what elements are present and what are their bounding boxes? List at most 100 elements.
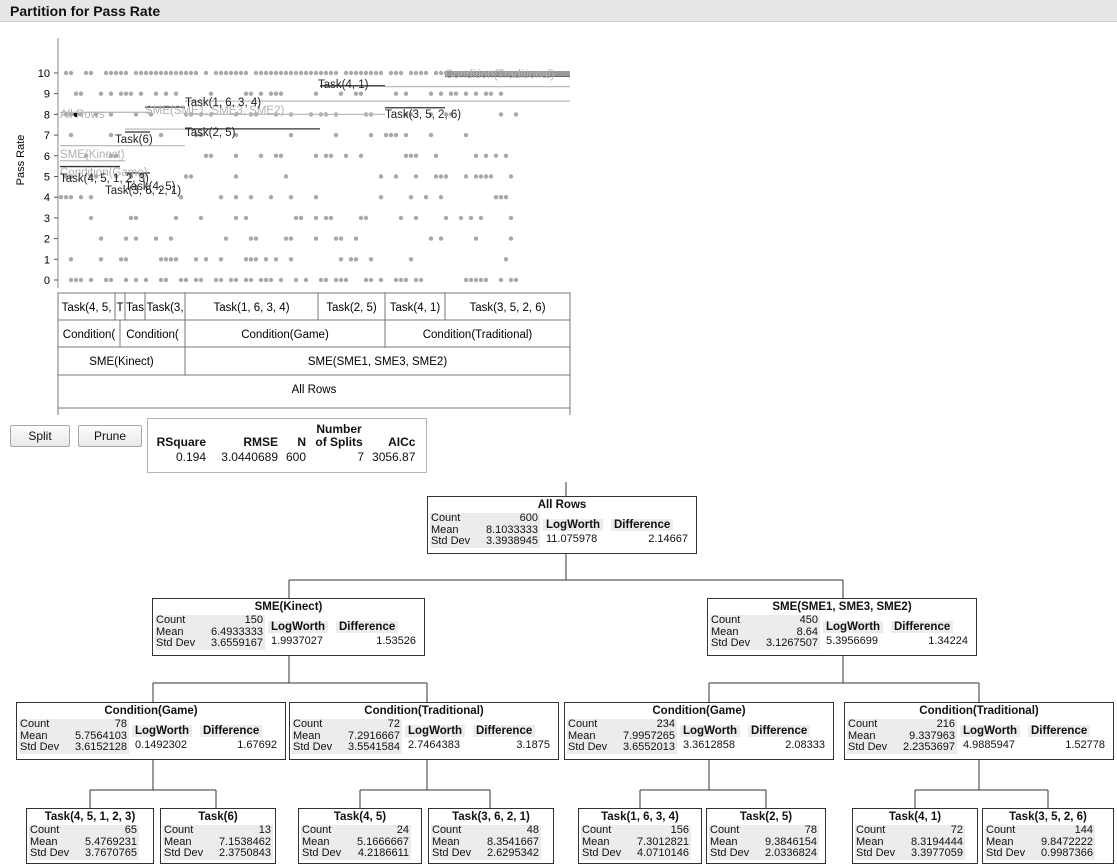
stat-label: Std Dev — [30, 847, 70, 859]
node-title: Task(4, 5, 1, 2, 3) — [44, 811, 136, 823]
node-task-leaf[interactable]: Task(4, 5, 1, 2, 3) Count 65 Mean 5.4769231 S… — [26, 808, 154, 864]
node-task-leaf[interactable]: Task(4, 1) Count 72 Mean 8.3194444 Std Dev 3.3… — [852, 808, 978, 864]
node-stats: Count 150 Mean 6.4933333 Std Dev 3.6559167 — [155, 614, 265, 650]
difference-header: Difference — [473, 725, 536, 737]
node-stats: Count 600 Mean 8.1033333 Std Dev 3.3938945 — [430, 512, 540, 548]
logworth-header: LogWorth — [960, 725, 1021, 737]
node-task-leaf[interactable]: Task(3, 5, 2, 6) Count 144 Mean 9.8472222 Std… — [982, 808, 1114, 864]
difference-value: 3.1875 — [516, 739, 550, 751]
stat-label: Count — [848, 718, 878, 730]
stat-value: 450 — [799, 614, 818, 626]
node-task-leaf[interactable]: Task(6) Count 13 Mean 7.1538462 Std Dev 2.3750… — [160, 808, 276, 864]
stat-label: Count — [302, 824, 332, 836]
node-sme-game[interactable]: Condition(Game) Count 234 Mean 7.9957265 Std … — [564, 702, 834, 760]
node-kinect-game[interactable]: Condition(Game) Count 78 Mean 5.7564103 Std D… — [16, 702, 286, 760]
node-kinect-traditional[interactable]: Condition(Traditional) Count 72 Mean 7.29166… — [289, 702, 559, 760]
logworth-value: 11.075978 — [546, 533, 598, 545]
node-task-leaf[interactable]: Task(4, 5) Count 24 Mean 5.1666667 Std Dev 4.2… — [298, 808, 422, 864]
stat-value: 234 — [656, 718, 675, 730]
difference-header: Difference — [748, 725, 811, 737]
stat-value: 2.2353697 — [903, 741, 955, 753]
stat-label: Std Dev — [302, 847, 342, 859]
node-title: Condition(Traditional) — [364, 705, 484, 717]
node-title: Task(3, 6, 2, 1) — [452, 811, 530, 823]
stat-label: Std Dev — [164, 847, 204, 859]
node-stats: Count 216 Mean 9.337963 Std Dev 2.2353697 — [847, 718, 957, 754]
node-title: Condition(Game) — [104, 705, 198, 717]
difference-value: 2.08333 — [785, 739, 825, 751]
logworth-header: LogWorth — [132, 725, 193, 737]
node-task-leaf[interactable]: Task(2, 5) Count 78 Mean 9.3846154 Std Dev 2.0… — [706, 808, 826, 864]
difference-value: 1.34224 — [928, 635, 968, 647]
stat-value: 144 — [1074, 824, 1093, 836]
node-stats: Count 450 Mean 8.64 Std Dev 3.1267507 — [710, 614, 820, 650]
stat-label: Std Dev — [431, 535, 471, 547]
node-title: Task(6) — [198, 811, 238, 823]
node-sme-others[interactable]: SME(SME1, SME3, SME2) Count 450 Mean 8.64 Std… — [707, 598, 977, 656]
node-stats: Count 13 Mean 7.1538462 Std Dev 2.3750843 — [163, 824, 273, 860]
node-title: SME(SME1, SME3, SME2) — [772, 601, 912, 613]
node-sme-traditional[interactable]: Condition(Traditional) Count 216 Mean 9.3379… — [844, 702, 1114, 760]
logworth-value: 2.7464383 — [408, 739, 460, 751]
stat-value: 4.2186611 — [357, 847, 409, 859]
stat-label: Count — [30, 824, 60, 836]
logworth-value: 1.9937027 — [271, 635, 323, 647]
node-title: Condition(Traditional) — [919, 705, 1039, 717]
node-stats: Count 72 Mean 7.2916667 Std Dev 3.5541584 — [292, 718, 402, 754]
difference-value: 1.67692 — [237, 739, 277, 751]
stat-value: 156 — [670, 824, 689, 836]
node-title: Task(1, 6, 3, 4) — [601, 811, 679, 823]
difference-value: 2.14667 — [648, 533, 688, 545]
stat-label: Count — [986, 824, 1016, 836]
stat-value: 3.5541584 — [348, 741, 400, 753]
stat-value: 48 — [526, 824, 539, 836]
stat-label: Count — [582, 824, 612, 836]
stat-label: Count — [431, 512, 461, 524]
node-sme-kinect[interactable]: SME(Kinect) Count 150 Mean 6.4933333 Std Dev 3… — [152, 598, 425, 656]
stat-label: Std Dev — [568, 741, 608, 753]
logworth-header: LogWorth — [680, 725, 741, 737]
logworth-header: LogWorth — [543, 519, 604, 531]
stat-label: Std Dev — [293, 741, 333, 753]
stat-label: Count — [164, 824, 194, 836]
stat-value: 72 — [950, 824, 963, 836]
stat-value: 65 — [124, 824, 137, 836]
stat-label: Std Dev — [710, 847, 750, 859]
logworth-value: 5.3956699 — [826, 635, 878, 647]
node-all-rows[interactable]: All Rows Count 600 Mean 8.1033333 Std Dev 3.39… — [427, 496, 697, 554]
stat-value: 216 — [936, 718, 955, 730]
stat-label: Std Dev — [582, 847, 622, 859]
stat-value: 0.9987366 — [1041, 847, 1093, 859]
stat-value: 150 — [244, 614, 263, 626]
difference-header: Difference — [200, 725, 263, 737]
node-task-leaf[interactable]: Task(3, 6, 2, 1) Count 48 Mean 8.3541667 Std … — [428, 808, 554, 864]
node-task-leaf[interactable]: Task(1, 6, 3, 4) Count 156 Mean 7.3012821 Std… — [578, 808, 702, 864]
difference-value: 1.52778 — [1065, 739, 1105, 751]
stat-value: 3.3977059 — [911, 847, 963, 859]
stat-label: Count — [710, 824, 740, 836]
node-stats: Count 72 Mean 8.3194444 Std Dev 3.3977059 — [855, 824, 965, 860]
node-title: All Rows — [537, 499, 587, 511]
logworth-header: LogWorth — [405, 725, 466, 737]
logworth-value: 4.9885947 — [963, 739, 1015, 751]
node-stats: Count 78 Mean 5.7564103 Std Dev 3.6152128 — [19, 718, 129, 754]
stat-value: 2.0336824 — [765, 847, 817, 859]
node-stats: Count 156 Mean 7.3012821 Std Dev 4.0710146 — [581, 824, 691, 860]
node-stats: Count 48 Mean 8.3541667 Std Dev 2.6295342 — [431, 824, 541, 860]
stat-value: 3.6559167 — [211, 637, 263, 649]
node-stats: Count 24 Mean 5.1666667 Std Dev 4.2186611 — [301, 824, 411, 860]
logworth-value: 3.3612858 — [683, 739, 735, 751]
stat-value: 600 — [519, 512, 538, 524]
stat-label: Count — [20, 718, 50, 730]
difference-header: Difference — [891, 621, 954, 633]
stat-label: Std Dev — [856, 847, 896, 859]
difference-header: Difference — [336, 621, 399, 633]
node-title: Task(4, 1) — [888, 811, 942, 823]
node-stats: Count 65 Mean 5.4769231 Std Dev 3.7670765 — [29, 824, 139, 860]
stat-label: Count — [856, 824, 886, 836]
node-stats: Count 234 Mean 7.9957265 Std Dev 3.6552013 — [567, 718, 677, 754]
node-stats: Count 144 Mean 9.8472222 Std Dev 0.9987366 — [985, 824, 1095, 860]
node-title: Task(3, 5, 2, 6) — [1009, 811, 1087, 823]
stat-value: 24 — [396, 824, 409, 836]
node-title: SME(Kinect) — [254, 601, 323, 613]
